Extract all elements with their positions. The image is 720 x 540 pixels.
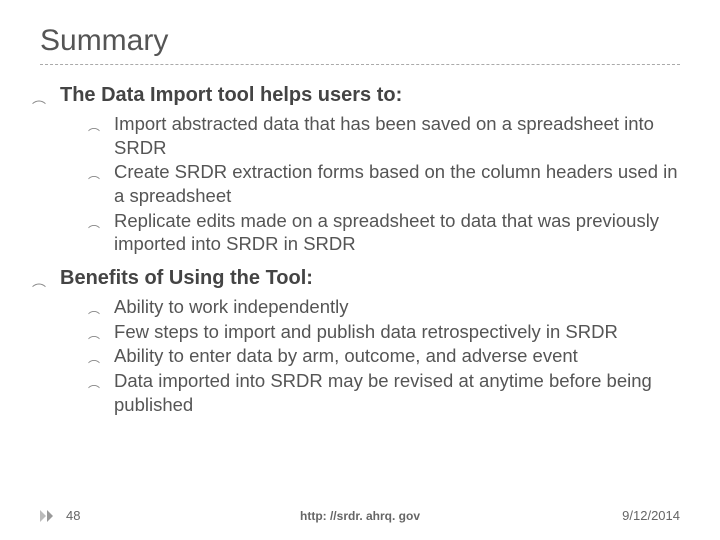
sub-text: Ability to enter data by arm, outcome, a… (114, 344, 578, 368)
sublist-1: ︵ Import abstracted data that has been s… (88, 112, 680, 256)
sub-text: Create SRDR extraction forms based on th… (114, 160, 680, 207)
sub-text: Few steps to import and publish data ret… (114, 320, 618, 344)
list-item: ︵ Import abstracted data that has been s… (88, 112, 680, 159)
sub-text: Ability to work independently (114, 295, 348, 319)
bullet-icon: ︵ (88, 300, 100, 317)
bullet-main-1-text: The Data Import tool helps users to: (60, 83, 402, 108)
list-item: ︵ Ability to enter data by arm, outcome,… (88, 344, 680, 368)
sub-text: Data imported into SRDR may be revised a… (114, 369, 680, 416)
bullet-icon: ︵ (88, 165, 100, 182)
list-item: ︵ Create SRDR extraction forms based on … (88, 160, 680, 207)
bullet-icon: ︵ (88, 117, 100, 134)
list-item: ︵ Few steps to import and publish data r… (88, 320, 680, 344)
slide-body: Summary ︵ The Data Import tool helps use… (0, 0, 720, 446)
sub-text: Replicate edits made on a spreadsheet to… (114, 209, 680, 256)
bullet-icon: ︵ (32, 88, 46, 108)
list-item: ︵ Data imported into SRDR may be revised… (88, 369, 680, 416)
bullet-icon: ︵ (88, 349, 100, 366)
bullet-icon: ︵ (88, 374, 100, 391)
page-number: 48 (66, 508, 80, 523)
sublist-2: ︵ Ability to work independently ︵ Few st… (88, 295, 680, 416)
bullet-icon: ︵ (88, 214, 100, 231)
play-icon (40, 510, 54, 522)
list-item: ︵ Ability to work independently (88, 295, 680, 319)
bullet-main-1: ︵ The Data Import tool helps users to: (32, 83, 680, 108)
footer-link: http: //srdr. ahrq. gov (300, 509, 420, 523)
bullet-icon: ︵ (88, 325, 100, 342)
sub-text: Import abstracted data that has been sav… (114, 112, 680, 159)
list-item: ︵ Replicate edits made on a spreadsheet … (88, 209, 680, 256)
footer-date: 9/12/2014 (622, 508, 680, 523)
bullet-main-2-text: Benefits of Using the Tool: (60, 266, 313, 291)
slide-footer: 48 http: //srdr. ahrq. gov 9/12/2014 (0, 508, 720, 523)
bullet-main-2: ︵ Benefits of Using the Tool: (32, 266, 680, 291)
slide-title: Summary (40, 24, 680, 65)
bullet-icon: ︵ (32, 271, 46, 291)
